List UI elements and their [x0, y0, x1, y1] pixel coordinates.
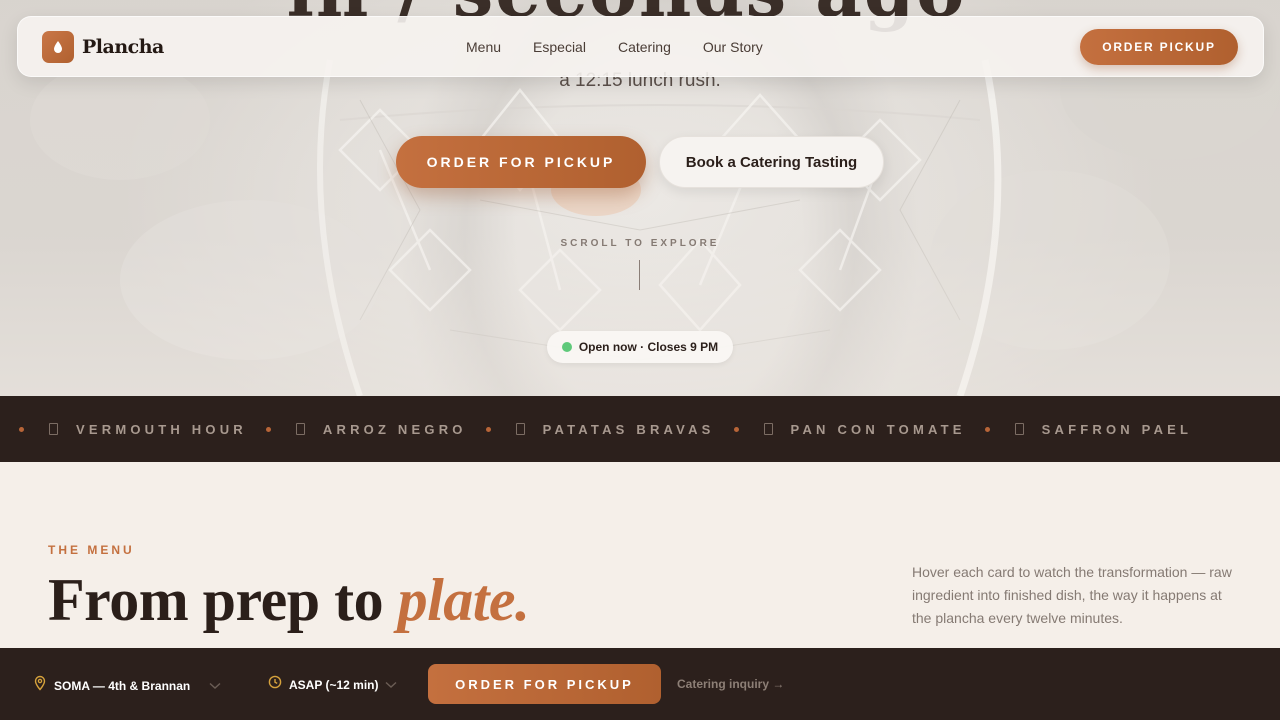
open-status-text: Open now · Closes 9 PM [578, 340, 719, 354]
dish-marquee: VERMOUTH HOUR ARROZ NEGRO PATATAS BRAVAS… [0, 396, 1280, 462]
nav-link-catering[interactable]: Catering [618, 39, 671, 55]
menu-title: From prep to plate. [48, 566, 530, 635]
open-status-badge: Open now · Closes 9 PM [547, 331, 733, 363]
marquee-separator [984, 426, 990, 432]
book-catering-tasting-button[interactable]: Book a Catering Tasting [659, 136, 884, 188]
nav-order-pickup-button[interactable]: ORDER PICKUP [1080, 29, 1238, 65]
marquee-track: VERMOUTH HOUR ARROZ NEGRO PATATAS BRAVAS… [0, 396, 1192, 462]
map-pin-icon [33, 675, 47, 696]
chevron-down-icon [385, 676, 397, 694]
location-selector[interactable]: SOMA — 4th & Brannan [33, 675, 221, 696]
marquee-item: ARROZ NEGRO [295, 422, 467, 437]
pickup-time-selector[interactable]: ASAP (~12 min) [268, 675, 397, 694]
order-bar-pickup-button[interactable]: ORDER FOR PICKUP [428, 664, 661, 704]
brand-name: Plancha [82, 36, 164, 58]
catering-inquiry-link[interactable]: Catering inquiry → [677, 677, 784, 691]
nav-link-our-story[interactable]: Our Story [703, 39, 763, 55]
hero-cta-group: ORDER FOR PICKUP Book a Catering Tasting [0, 136, 1280, 188]
menu-description: Hover each card to watch the transformat… [912, 564, 1232, 626]
top-navigation: Plancha Menu Especial Catering Our Story… [17, 16, 1264, 77]
marquee-item: PATATAS BRAVAS [515, 422, 715, 437]
marquee-item: PAN CON TOMATE [763, 422, 966, 437]
marquee-separator [19, 426, 24, 432]
menu-title-main: From prep to [48, 567, 398, 633]
menu-title-accent: plate. [397, 567, 530, 633]
square-icon [515, 423, 525, 435]
brand-logo-link[interactable]: Plancha [42, 31, 164, 63]
nav-links: Menu Especial Catering Our Story [466, 39, 763, 55]
sticky-order-bar: SOMA — 4th & Brannan ASAP (~12 min) ORDE… [0, 648, 1280, 720]
location-value: SOMA — 4th & Brannan [54, 678, 191, 693]
clock-icon [268, 675, 282, 694]
square-icon [763, 423, 773, 435]
order-for-pickup-button[interactable]: ORDER FOR PICKUP [396, 136, 646, 188]
marquee-item: VERMOUTH HOUR [49, 422, 247, 437]
nav-link-menu[interactable]: Menu [466, 39, 501, 55]
square-icon [295, 423, 305, 435]
marquee-item: SAFFRON PAEL [1014, 422, 1193, 437]
status-dot-icon [561, 342, 572, 352]
marquee-separator [485, 426, 491, 432]
nav-link-especial[interactable]: Especial [533, 39, 586, 55]
flame-icon [42, 31, 74, 63]
pickup-time-value: ASAP (~12 min) [289, 677, 379, 692]
marquee-separator [265, 426, 271, 432]
square-icon [1014, 423, 1024, 435]
chevron-down-icon [209, 677, 221, 695]
scroll-indicator-line [639, 260, 640, 290]
scroll-hint: SCROLL TO EXPLORE [560, 238, 720, 249]
marquee-separator [733, 426, 739, 432]
menu-eyebrow: THE MENU [48, 543, 135, 557]
square-icon [49, 423, 58, 435]
